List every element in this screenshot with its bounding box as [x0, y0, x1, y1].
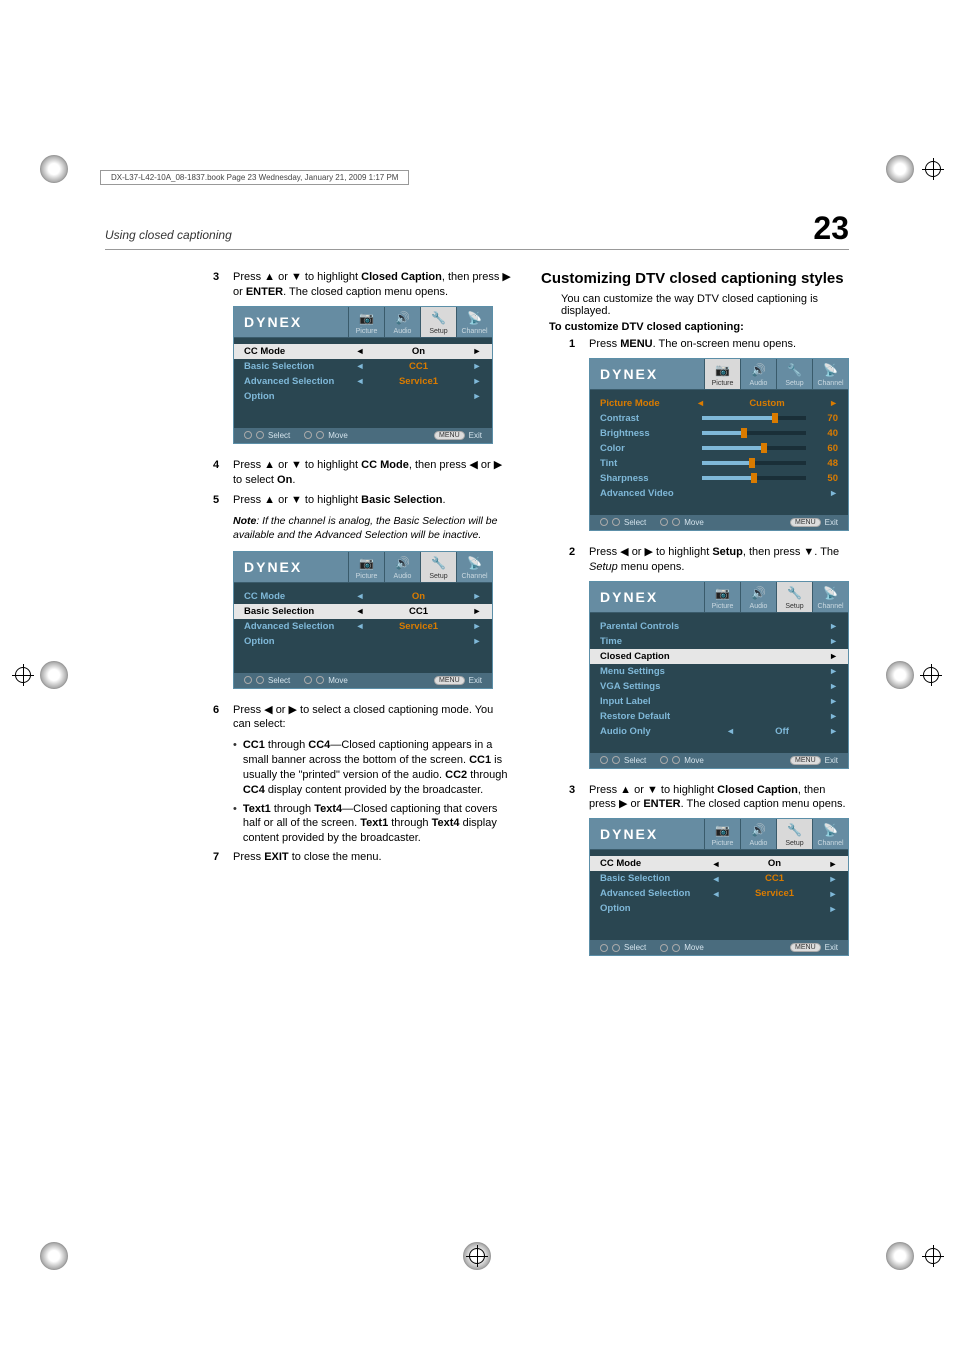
osd-row: Brightness40 [600, 426, 838, 441]
note: Note: If the channel is analog, the Basi… [233, 514, 511, 542]
r-step-3: 3 Press ▲ or ▼ to highlight Closed Capti… [569, 783, 849, 813]
osd-row: Advanced Video► [600, 486, 838, 501]
page-header-info: DX-L37-L42-10A_08-1837.book Page 23 Wedn… [100, 170, 409, 185]
osd-row: Contrast70 [600, 411, 838, 426]
subheading: To customize DTV closed captioning: [549, 321, 849, 333]
osd-tab-audio: 🔊Audio [740, 359, 776, 389]
osd-tab-channel: 📡Channel [456, 552, 492, 582]
osd-logo: DYNEX [234, 553, 348, 581]
osd-row: Advanced Selection◄Service1► [600, 886, 838, 901]
osd-row: Tint48 [600, 456, 838, 471]
r-step-1: 1 Press MENU. The on-screen menu opens. [569, 337, 849, 352]
osd-row: Audio Only◄Off► [600, 724, 838, 739]
osd-row: CC Mode◄On► [244, 589, 482, 604]
page-top-bar: Using closed captioning 23 [105, 210, 849, 250]
step-5: 5 Press ▲ or ▼ to highlight Basic Select… [213, 493, 511, 508]
section-heading: Customizing DTV closed captioning styles [541, 270, 849, 287]
page-number: 23 [813, 210, 849, 247]
osd-row: Option► [244, 634, 482, 649]
osd-setup-menu: DYNEX 📷Picture 🔊Audio 🔧Setup 📡Channel Pa… [589, 581, 849, 769]
osd-row: Advanced Selection◄Service1► [244, 619, 482, 634]
osd-tab-audio: 🔊Audio [740, 819, 776, 849]
osd-row: Basic Selection◄CC1► [234, 604, 492, 619]
step-4: 4 Press ▲ or ▼ to highlight CC Mode, the… [213, 458, 511, 488]
osd-row: Parental Controls► [600, 619, 838, 634]
osd-row: Time► [600, 634, 838, 649]
osd-logo: DYNEX [590, 820, 704, 848]
osd-tab-picture: 📷Picture [348, 307, 384, 337]
left-column: 3 Press ▲ or ▼ to highlight Closed Capti… [105, 270, 511, 970]
osd-tab-audio: 🔊Audio [740, 582, 776, 612]
osd-tab-channel: 📡Channel [812, 359, 848, 389]
osd-tab-audio: 🔊Audio [384, 307, 420, 337]
osd-tab-channel: 📡Channel [812, 582, 848, 612]
right-column: Customizing DTV closed captioning styles… [541, 270, 849, 970]
osd-tab-picture: 📷Picture [348, 552, 384, 582]
osd-tab-picture: 📷Picture [704, 359, 740, 389]
step-6: 6 Press ◀ or ▶ to select a closed captio… [213, 703, 511, 733]
osd-row: VGA Settings► [600, 679, 838, 694]
osd-tab-setup: 🔧Setup [776, 819, 812, 849]
osd-logo: DYNEX [590, 583, 704, 611]
osd-row: Picture Mode◄Custom► [600, 396, 838, 411]
osd-tab-channel: 📡Channel [456, 307, 492, 337]
osd-tab-channel: 📡Channel [812, 819, 848, 849]
osd-row: Basic Selection◄CC1► [244, 359, 482, 374]
osd-row: Input Label► [600, 694, 838, 709]
osd-row: Menu Settings► [600, 664, 838, 679]
osd-row: Option► [600, 901, 838, 916]
osd-row: Advanced Selection◄Service1► [244, 374, 482, 389]
osd-tab-setup: 🔧Setup [776, 582, 812, 612]
osd-row: Closed Caption► [590, 649, 848, 664]
osd-tab-setup: 🔧Setup [776, 359, 812, 389]
step-7: 7 Press EXIT to close the menu. [213, 850, 511, 865]
osd-row: Color60 [600, 441, 838, 456]
osd-logo: DYNEX [234, 308, 348, 336]
osd-row: CC Mode◄On► [590, 856, 848, 871]
osd-tab-picture: 📷Picture [704, 819, 740, 849]
osd-logo: DYNEX [590, 360, 704, 388]
osd-picture-menu: DYNEX 📷Picture 🔊Audio 🔧Setup 📡Channel Pi… [589, 358, 849, 531]
osd-tab-setup: 🔧Setup [420, 552, 456, 582]
osd-row: CC Mode◄On► [234, 344, 492, 359]
r-step-2: 2 Press ◀ or ▶ to highlight Setup, then … [569, 545, 849, 575]
section-intro: You can customize the way DTV closed cap… [561, 293, 849, 317]
osd-cc-menu-1: DYNEX 📷Picture 🔊Audio 🔧Setup 📡Channel CC… [233, 306, 493, 444]
osd-cc-menu-2: DYNEX 📷Picture 🔊Audio 🔧Setup 📡Channel CC… [233, 551, 493, 689]
osd-row: Sharpness50 [600, 471, 838, 486]
osd-tab-picture: 📷Picture [704, 582, 740, 612]
osd-tab-setup: 🔧Setup [420, 307, 456, 337]
bullet-list: • CC1 through CC4—Closed captioning appe… [233, 738, 511, 846]
osd-row: Restore Default► [600, 709, 838, 724]
osd-row: Basic Selection◄CC1► [600, 871, 838, 886]
osd-row: Option► [244, 389, 482, 404]
step-3: 3 Press ▲ or ▼ to highlight Closed Capti… [213, 270, 511, 300]
osd-cc-menu-3: DYNEX 📷Picture 🔊Audio 🔧Setup 📡Channel CC… [589, 818, 849, 956]
breadcrumb: Using closed captioning [105, 228, 232, 242]
osd-tab-audio: 🔊Audio [384, 552, 420, 582]
